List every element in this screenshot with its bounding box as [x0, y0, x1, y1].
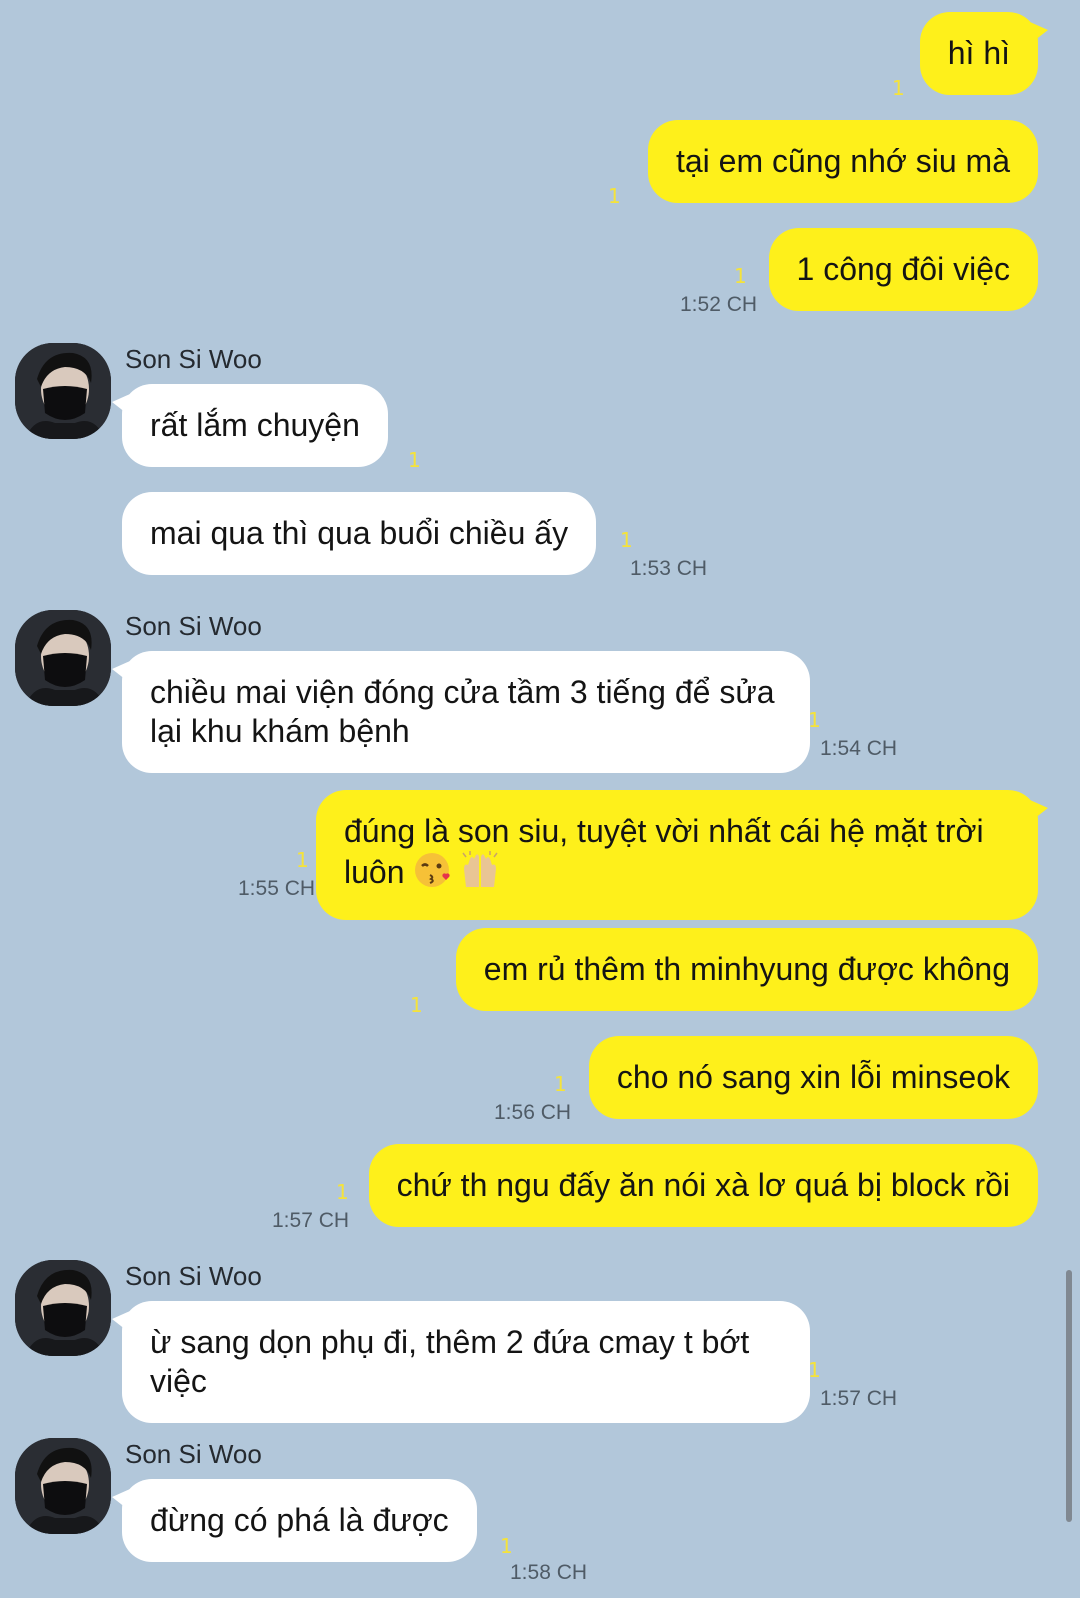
unread-count: 1: [808, 708, 821, 732]
profile-photo-icon: [15, 1438, 111, 1534]
unread-count: 1: [620, 528, 633, 552]
unread-count: 1: [296, 848, 309, 872]
their-message-bubble[interactable]: mai qua thì qua buổi chiều ấy: [122, 492, 597, 575]
unread-count: 1: [608, 184, 621, 208]
their-message-bubble[interactable]: ừ sang dọn phụ đi, thêm 2 đứa cmay t bớt…: [112, 1301, 810, 1423]
sender-name: Son Si Woo: [125, 1439, 262, 1469]
profile-photo-icon: [15, 610, 111, 706]
sender-name: Son Si Woo: [125, 1261, 262, 1291]
my-message-bubble[interactable]: đúng là son siu, tuyệt vời nhất cái hệ m…: [316, 790, 1048, 920]
their-message-bubble[interactable]: chiều mai viện đóng cửa tầm 3 tiếng để s…: [112, 651, 810, 773]
unread-count: 1: [734, 264, 747, 288]
message-time: 1:56 CH: [494, 1101, 572, 1124]
sender-name: Son Si Woo: [125, 611, 262, 641]
unread-count: 1: [554, 1072, 567, 1096]
message-time: 1:52 CH: [680, 293, 758, 316]
scrollbar[interactable]: [1066, 1270, 1072, 1522]
their-message-bubble[interactable]: rất lắm chuyện: [112, 384, 388, 467]
unread-count: 1: [336, 1180, 349, 1204]
avatar[interactable]: [15, 610, 111, 706]
kiss-wink-emoji-icon: [413, 851, 451, 898]
profile-photo-icon: [15, 1260, 111, 1356]
raising-hands-emoji-icon: [460, 851, 500, 898]
message-time: 1:53 CH: [630, 557, 708, 580]
unread-count: 1: [408, 448, 421, 472]
avatar[interactable]: [15, 1438, 111, 1534]
my-message-bubble[interactable]: cho nó sang xin lỗi minseok: [588, 1036, 1038, 1119]
unread-count: 1: [410, 993, 423, 1017]
avatar[interactable]: [15, 1260, 111, 1356]
avatar[interactable]: [15, 343, 111, 439]
my-message-bubble[interactable]: chứ th ngu đấy ăn nói xà lơ quá bị block…: [368, 1144, 1038, 1227]
unread-count: 1: [500, 1534, 513, 1558]
message-time: 1:57 CH: [820, 1387, 898, 1410]
message-time: 1:54 CH: [820, 737, 898, 760]
message-time: 1:55 CH: [238, 877, 316, 900]
my-message-bubble[interactable]: em rủ thêm th minhyung được không: [455, 928, 1038, 1011]
my-message-bubble[interactable]: hì hì: [919, 12, 1049, 95]
message-time: 1:58 CH: [510, 1561, 588, 1584]
profile-photo-icon: [15, 343, 111, 439]
unread-count: 1: [808, 1358, 821, 1382]
message-time: 1:57 CH: [272, 1209, 350, 1232]
my-message-bubble[interactable]: 1 công đôi việc: [768, 228, 1038, 311]
my-message-bubble[interactable]: tại em cũng nhớ siu mà: [647, 120, 1038, 203]
their-message-bubble[interactable]: đừng có phá là được: [112, 1479, 477, 1562]
sender-name: Son Si Woo: [125, 344, 262, 374]
unread-count: 1: [892, 76, 905, 100]
